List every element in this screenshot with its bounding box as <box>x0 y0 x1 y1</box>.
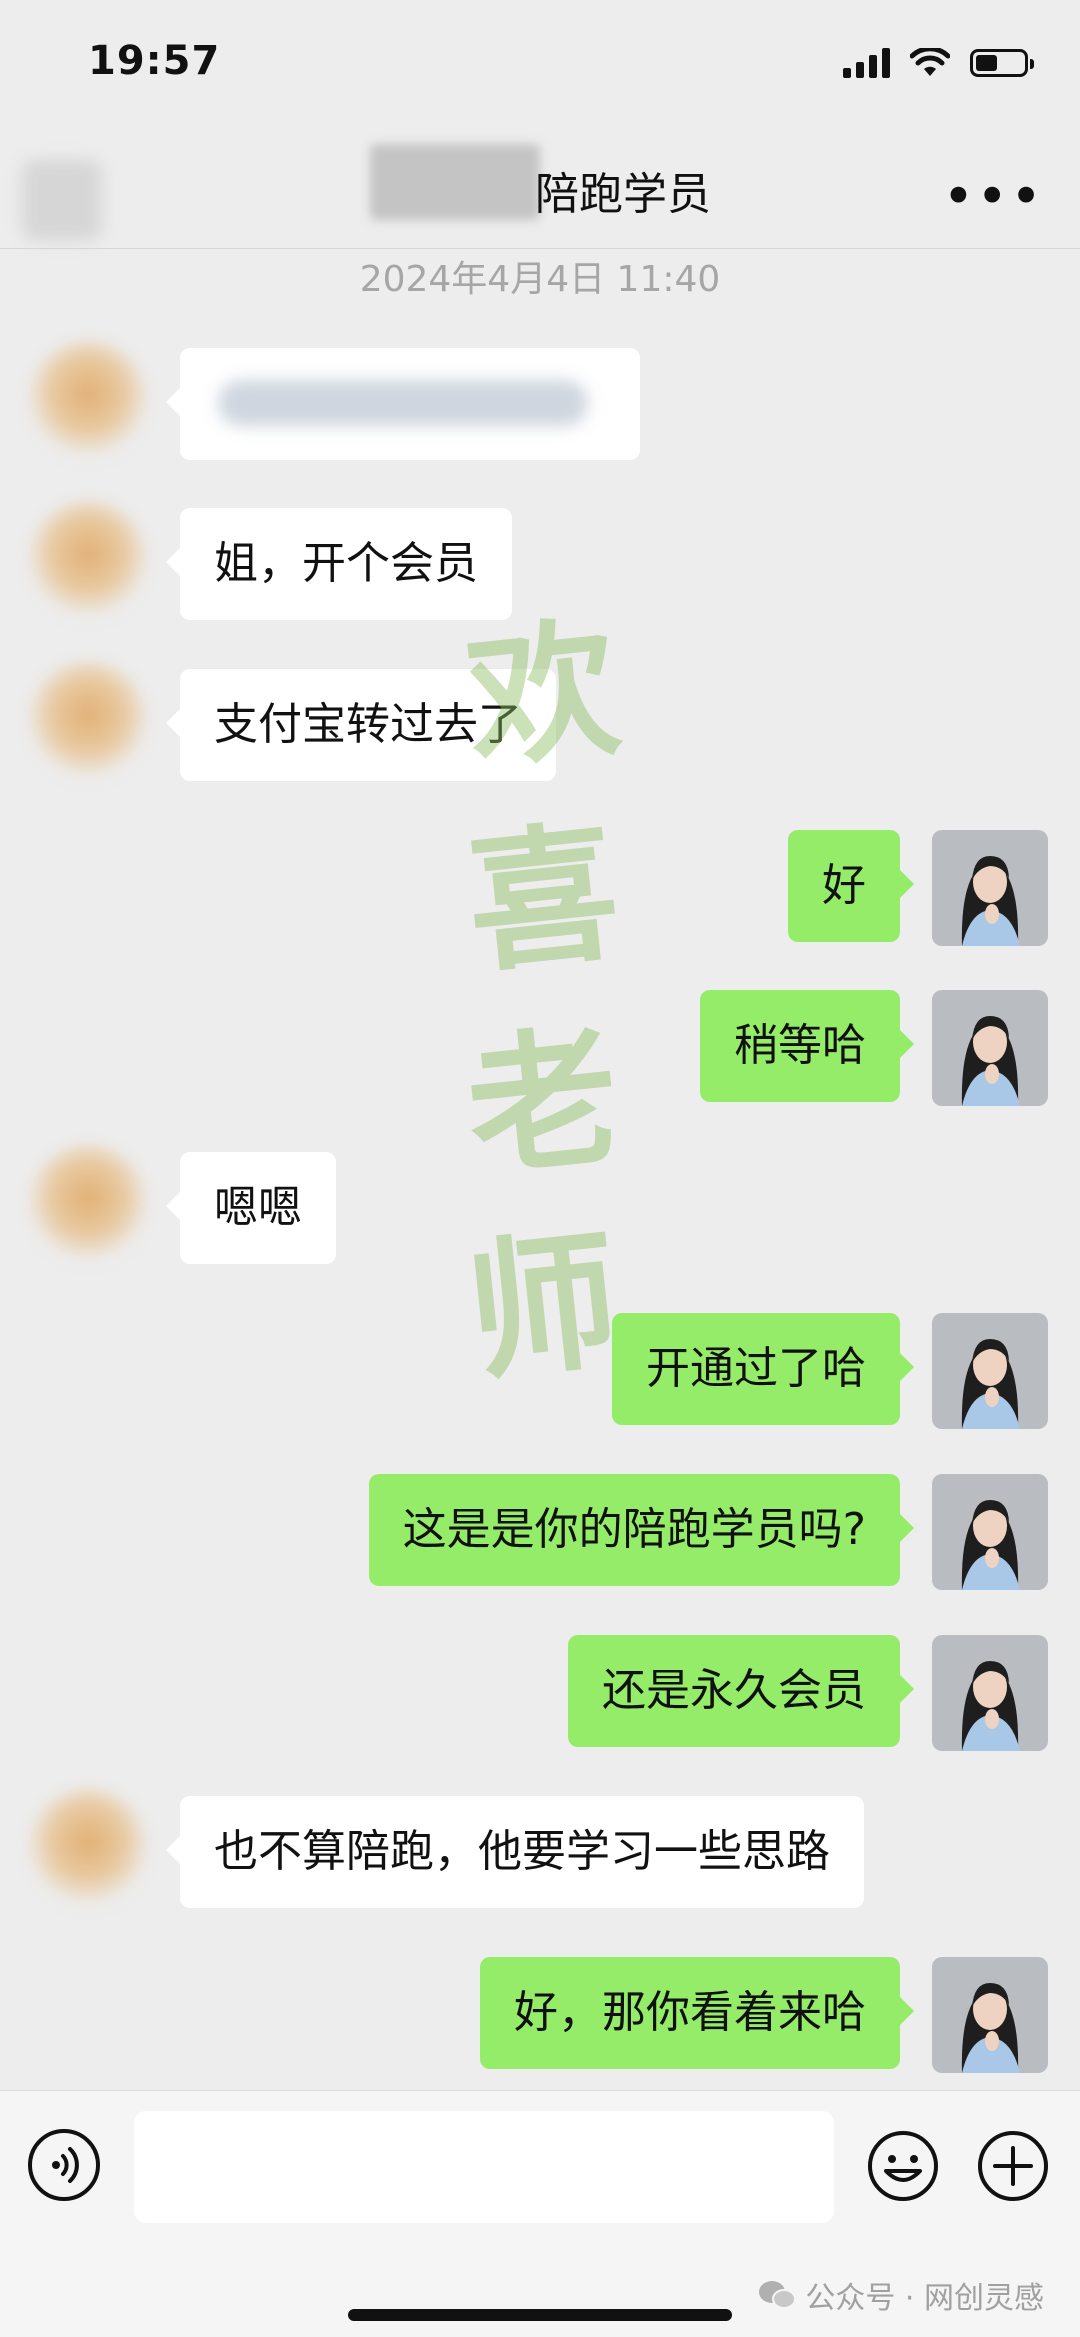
contact-avatar[interactable] <box>28 1788 148 1908</box>
message-bubble[interactable]: 好 <box>788 830 914 942</box>
message-bubble[interactable]: 支付宝转过去了 <box>166 669 556 781</box>
signal-icon <box>843 48 890 78</box>
wifi-icon <box>910 48 950 76</box>
chat-title: 陪跑学员 <box>535 169 711 220</box>
message-bubble[interactable]: 开通过了哈 <box>612 1313 914 1425</box>
user-avatar[interactable] <box>932 990 1048 1106</box>
chat-header: 陪跑学员 ••• <box>0 130 1080 249</box>
contact-avatar[interactable] <box>28 340 148 460</box>
watermark-char: 师 <box>459 1211 627 1403</box>
message-bubble-redacted[interactable] <box>166 348 640 460</box>
wechat-icon <box>759 2281 797 2309</box>
input-bar: 公众号 · 网创灵感 <box>0 2090 1080 2337</box>
message-bubble[interactable]: 好，那你看着来哈 <box>480 1957 914 2069</box>
status-bar: 19:57 <box>0 0 1080 130</box>
user-avatar[interactable] <box>932 1313 1048 1429</box>
message-bubble[interactable]: 稍等哈 <box>700 990 914 1102</box>
home-indicator[interactable] <box>348 2309 732 2321</box>
battery-level <box>976 55 997 71</box>
emoji-icon[interactable] <box>866 2129 940 2203</box>
message-bubble[interactable]: 也不算陪跑，他要学习一些思路 <box>166 1796 864 1908</box>
title-name-redacted <box>370 144 540 220</box>
message-input[interactable] <box>134 2111 834 2223</box>
message-timestamp: 2024年4月4日 11:40 <box>359 259 721 300</box>
contact-avatar[interactable] <box>28 661 148 781</box>
plus-icon[interactable] <box>976 2129 1050 2203</box>
status-icons <box>843 48 1034 78</box>
message-bubble[interactable]: 嗯嗯 <box>166 1152 336 1264</box>
more-dots-icon[interactable]: ••• <box>942 170 1044 224</box>
user-avatar[interactable] <box>932 1635 1048 1751</box>
status-time: 19:57 <box>88 38 221 84</box>
contact-avatar[interactable] <box>28 1144 148 1264</box>
message-bubble[interactable]: 这是是你的陪跑学员吗? <box>368 1474 915 1586</box>
user-avatar[interactable] <box>932 1474 1048 1590</box>
user-avatar[interactable] <box>932 830 1048 946</box>
footer-text: 公众号 · 网创灵感 <box>805 2281 1044 2316</box>
battery-icon <box>970 49 1034 77</box>
contact-avatar[interactable] <box>28 500 148 620</box>
watermark-char: 老 <box>459 1007 627 1199</box>
footer-watermark: 公众号 · 网创灵感 <box>757 2273 1044 2317</box>
watermark-char: 喜 <box>459 803 627 995</box>
message-bubble[interactable]: 还是永久会员 <box>568 1635 914 1747</box>
user-avatar[interactable] <box>932 1957 1048 2073</box>
voice-icon[interactable] <box>28 2129 100 2201</box>
message-bubble[interactable]: 姐，开个会员 <box>166 508 512 620</box>
redacted-content <box>218 380 588 426</box>
back-button-blurred[interactable] <box>22 160 102 240</box>
